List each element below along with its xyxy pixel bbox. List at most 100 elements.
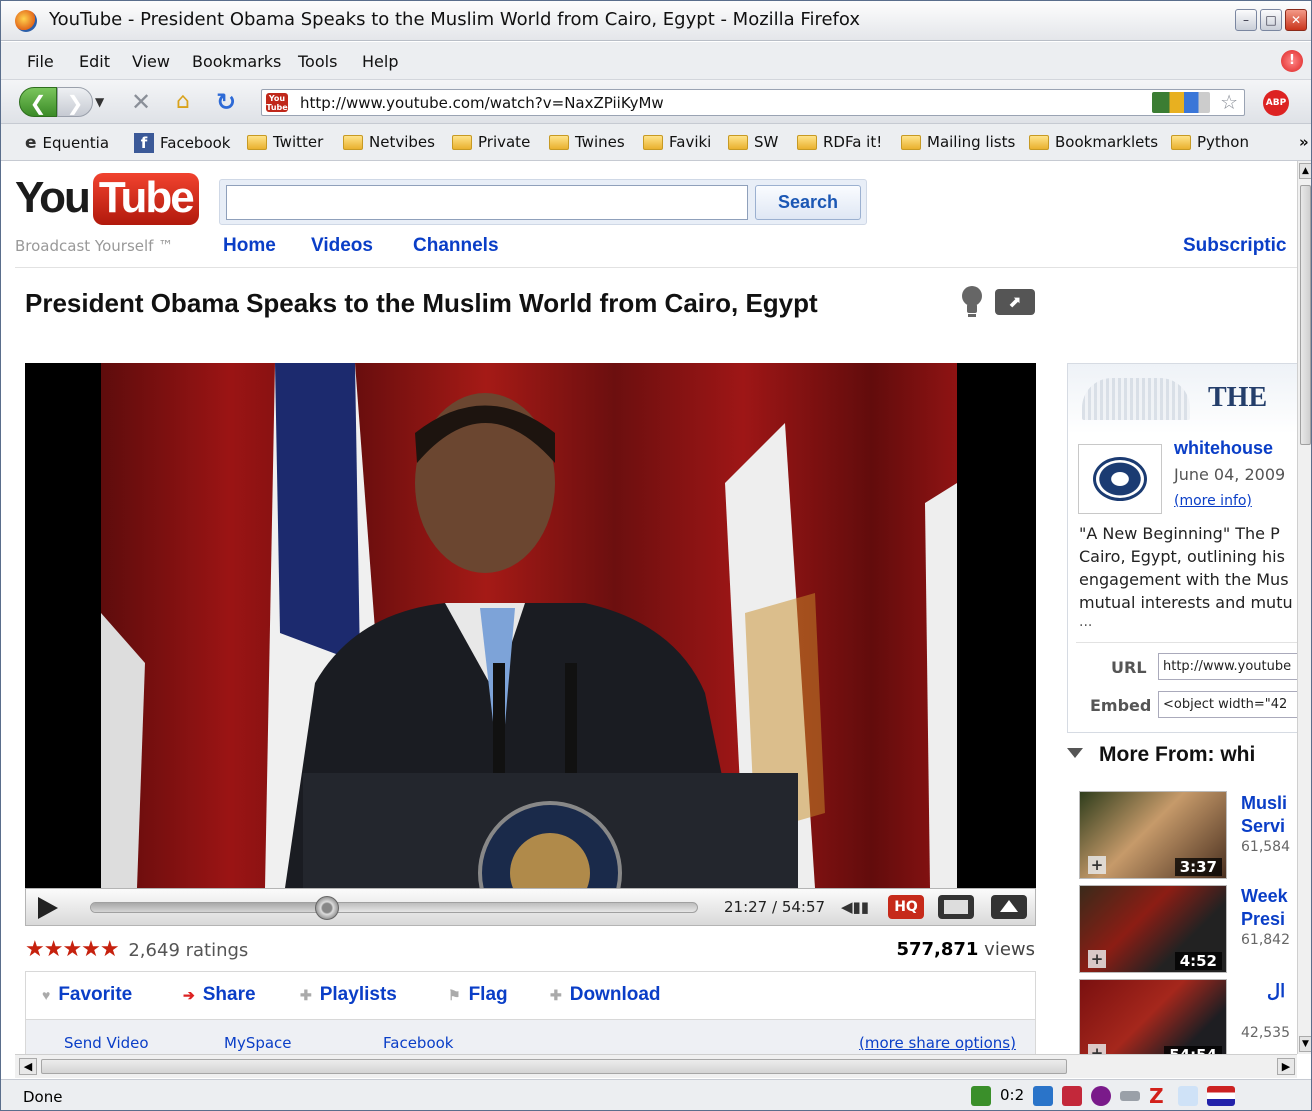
fullscreen-icon[interactable] [991,895,1027,919]
addon-icons[interactable] [1152,92,1210,113]
related-video-title-line2[interactable]: Servi [1241,814,1285,838]
nav-home[interactable]: Home [223,235,276,257]
search-input[interactable] [226,185,748,220]
download-button[interactable]: ✚ Download [550,984,661,1006]
menu-file[interactable]: File [27,52,54,71]
add-icon[interactable]: + [1088,856,1106,874]
bookmark-twitter[interactable]: Twitter [247,133,323,151]
scroll-thumb[interactable] [1300,185,1311,445]
bookmarks-overflow-icon[interactable]: » [1299,133,1309,151]
search-button[interactable]: Search [755,185,861,220]
flag-button[interactable]: ⚑ Flag [448,984,508,1006]
related-video-title[interactable]: ال [1267,979,1285,1003]
maximize-button[interactable]: □ [1260,9,1282,31]
nav-videos[interactable]: Videos [311,235,373,257]
url-text[interactable]: http://www.youtube.com/watch?v=NaxZPiiKy… [300,94,664,112]
bookmark-netvibes[interactable]: Netvibes [343,133,435,151]
bookmark-equentia[interactable]: e Equentia [25,133,109,153]
bookmark-faviki[interactable]: Faviki [643,133,711,151]
bookmark-private[interactable]: Private [452,133,530,151]
address-bar[interactable]: You Tube http://www.youtube.com/watch?v=… [261,89,1245,116]
flag-status-icon[interactable] [1207,1086,1236,1106]
share-button[interactable]: ➔ Share [183,984,256,1006]
share-facebook[interactable]: Facebook [383,1034,453,1052]
lightbulb-icon[interactable] [959,285,985,317]
seek-bar[interactable] [90,896,698,920]
horizontal-scrollbar[interactable]: ◀ ▶ [15,1054,1297,1078]
video-player[interactable] [25,363,1036,888]
related-video-thumb[interactable]: + 3:37 [1079,791,1227,879]
scroll-right-icon[interactable]: ▶ [1277,1058,1295,1075]
vertical-scrollbar[interactable]: ▲ ▼ [1297,161,1311,1054]
adblock-icon[interactable]: ABP [1263,90,1289,116]
download-status-icon[interactable] [971,1086,991,1106]
menu-view[interactable]: View [132,52,170,71]
playlists-button[interactable]: ✚ Playlists [300,984,397,1006]
menu-edit[interactable]: Edit [79,52,110,71]
rating-stars[interactable]: ★★★★★ [25,937,120,962]
link-icon[interactable] [1120,1091,1141,1101]
embed-field[interactable]: <object width="42 [1158,691,1297,718]
close-button[interactable]: ✕ [1285,9,1307,31]
back-button[interactable]: ❮ [19,87,57,117]
scroll-up-icon[interactable]: ▲ [1299,163,1311,179]
seek-handle[interactable] [315,896,340,920]
p-icon[interactable] [1062,1086,1083,1106]
youtube-logo[interactable]: You Tube [15,173,199,225]
video-duration: 3:37 [1174,858,1222,876]
scroll-left-icon[interactable]: ◀ [19,1058,37,1075]
forward-button[interactable]: ❯ [57,87,93,117]
history-dropdown-icon[interactable]: ▼ [95,87,104,117]
circle-icon[interactable] [1091,1086,1112,1106]
related-video-thumb[interactable]: + 4:52 [1079,885,1227,973]
status-icons: 0:2 Z [971,1086,1236,1106]
whitehouse-banner[interactable]: THE [1068,364,1297,434]
bookmark-rdfa[interactable]: RDFa it! [797,133,882,151]
bookmark-python[interactable]: Python [1171,133,1249,151]
play-button[interactable] [38,897,58,919]
stop-icon[interactable]: ✕ [127,87,155,117]
folder-icon [728,134,748,150]
related-video-title[interactable]: Week [1241,884,1288,908]
reload-icon[interactable]: ↻ [211,87,241,117]
menu-tools[interactable]: Tools [298,52,337,71]
add-icon[interactable]: + [1088,950,1106,968]
bookmark-mailing-lists[interactable]: Mailing lists [901,133,1015,151]
related-video-title-line2[interactable]: Presi [1241,907,1285,931]
search-status-icon[interactable] [1033,1086,1054,1106]
related-video-thumb[interactable]: + 54:54 [1079,979,1227,1054]
more-share-options-link[interactable]: (more share options) [859,1034,1016,1052]
widescreen-icon[interactable] [938,895,974,919]
more-info-link[interactable]: (more info) [1174,493,1252,509]
uploader-name[interactable]: whitehouse [1174,438,1273,459]
hq-button[interactable]: HQ [888,895,924,919]
bookmark-twines[interactable]: Twines [549,133,625,151]
add-icon[interactable]: + [1088,1044,1106,1054]
zotero-icon[interactable]: Z [1149,1086,1169,1106]
volume-icon[interactable]: ◀▮▮ [841,898,869,916]
rating-count: 2,649 ratings [128,940,249,961]
minimize-button[interactable]: – [1235,9,1257,31]
bookmark-star-icon[interactable]: ☆ [1220,90,1238,114]
scroll-thumb[interactable] [41,1059,1067,1074]
menu-bookmarks[interactable]: Bookmarks [192,52,281,71]
description-more[interactable]: ... [1079,614,1092,630]
bookmark-facebook[interactable]: f Facebook [134,133,230,153]
alert-icon[interactable]: ! [1281,50,1303,72]
bookmark-sw[interactable]: SW [728,133,778,151]
popout-icon[interactable]: ⬈ [995,289,1035,315]
related-video-title[interactable]: Musli [1241,791,1287,815]
uploader-avatar[interactable] [1078,444,1162,514]
url-field[interactable]: http://www.youtube [1158,653,1297,680]
nav-subscriptions[interactable]: Subscriptic [1183,235,1286,257]
share-send-video[interactable]: Send Video [64,1034,149,1052]
star-status-icon[interactable] [1178,1086,1199,1106]
more-from-heading[interactable]: More From: whi [1067,743,1255,767]
favorite-button[interactable]: ♥ Favorite [42,984,132,1006]
scroll-down-icon[interactable]: ▼ [1299,1036,1311,1052]
bookmark-bookmarklets[interactable]: Bookmarklets [1029,133,1158,151]
menu-help[interactable]: Help [362,52,398,71]
share-myspace[interactable]: MySpace [224,1034,292,1052]
home-icon[interactable]: ⌂ [169,87,197,117]
nav-channels[interactable]: Channels [413,235,499,257]
